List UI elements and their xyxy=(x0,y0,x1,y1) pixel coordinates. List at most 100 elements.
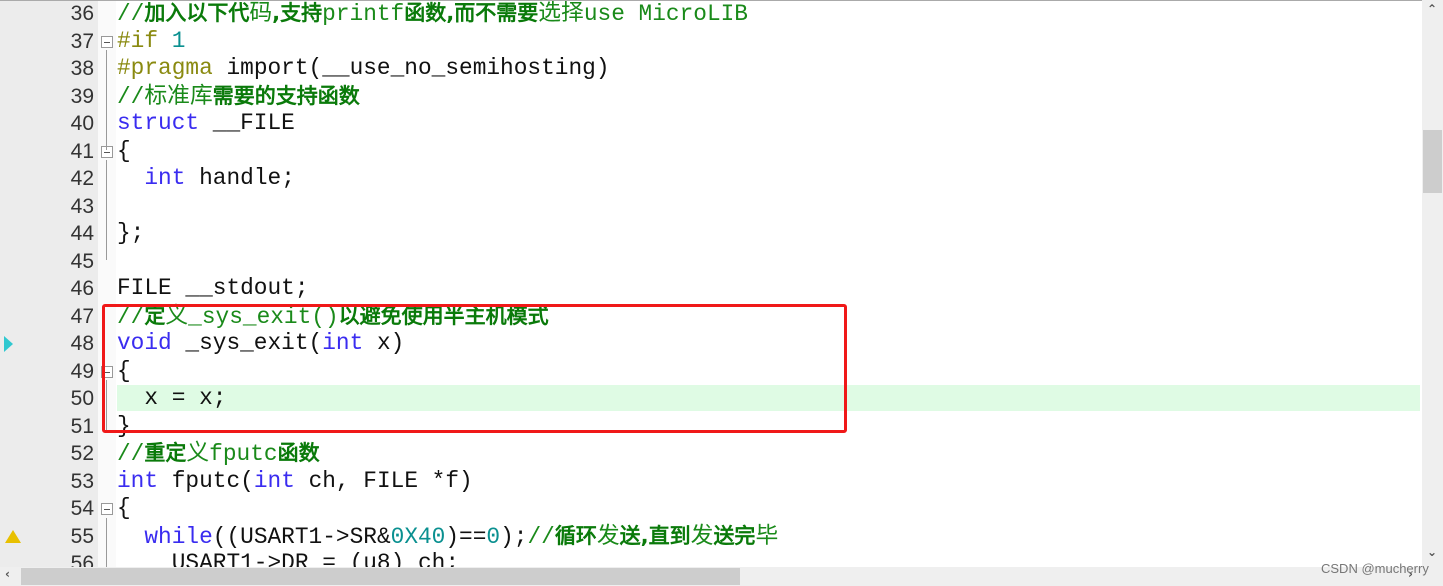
code-token: 发 xyxy=(690,523,714,550)
code-line[interactable]: 39 //标准库需要的支持函数 xyxy=(0,83,1422,111)
line-number: 51 xyxy=(70,414,94,438)
code-line[interactable]: 38 #pragma import(__use_no_semihosting) xyxy=(0,55,1422,83)
fold-toggle-icon[interactable] xyxy=(101,503,113,515)
code-token: 重定 xyxy=(144,441,187,465)
divider xyxy=(0,0,1443,1)
code-text: USART1->DR = (u8) ch; xyxy=(117,550,459,567)
code-token: FILE __stdout; xyxy=(117,275,309,301)
code-token: 函数 xyxy=(277,441,320,465)
fold-line xyxy=(106,160,107,260)
code-token: { xyxy=(117,137,131,164)
line-number: 48 xyxy=(70,332,94,355)
line-number: 37 xyxy=(70,29,94,53)
line-number: 53 xyxy=(70,469,94,493)
code-text: { xyxy=(117,495,131,523)
code-token: handle; xyxy=(199,165,295,191)
code-token: struct xyxy=(117,110,213,136)
code-line[interactable]: 55 while((USART1->SR&0X40)==0);//循环发送,直到… xyxy=(0,523,1422,551)
code-token: ,支持 xyxy=(272,1,323,25)
code-line[interactable]: 40 struct __FILE xyxy=(0,110,1422,138)
code-token: import(__use_no_semihosting) xyxy=(226,55,610,81)
code-token: ); xyxy=(500,523,528,550)
line-number: 45 xyxy=(70,249,94,273)
code-text: //重定义fputc函数 xyxy=(117,440,320,469)
watermark: CSDN @mucherry xyxy=(1321,561,1429,576)
code-token: 送,直到 xyxy=(619,523,691,548)
code-token: //标准库 xyxy=(117,83,213,110)
code-token: 需要的支持函数 xyxy=(212,83,360,108)
fold-toggle-icon[interactable] xyxy=(101,145,113,158)
warning-icon[interactable] xyxy=(5,529,21,543)
vertical-scrollbar[interactable]: ⌃ ⌄ xyxy=(1422,0,1443,567)
code-line[interactable]: 53 int fputc(int ch, FILE *f) xyxy=(0,468,1422,496)
scroll-left-icon[interactable]: ‹ xyxy=(5,567,10,581)
horizontal-scroll-thumb[interactable] xyxy=(21,568,740,585)
line-number: 55 xyxy=(70,524,94,548)
code-text: //加入以下代码,支持printf函数,而不需要选择use MicroLIB xyxy=(117,0,748,29)
code-token: 码 xyxy=(249,1,273,27)
line-number: 56 xyxy=(70,552,94,567)
code-token: 毕 xyxy=(755,523,779,550)
code-line[interactable]: 45 xyxy=(0,248,1422,276)
code-line[interactable]: 44}; xyxy=(0,220,1422,248)
code-token: while xyxy=(144,523,213,550)
code-line[interactable]: 56 USART1->DR = (u8) ch; xyxy=(0,550,1422,567)
code-token: printf xyxy=(322,1,405,27)
scroll-up-icon[interactable]: ⌃ xyxy=(1427,2,1437,16)
code-text: }; xyxy=(117,220,144,248)
code-line[interactable]: 36 //加入以下代码,支持printf函数,而不需要选择use MicroLIB xyxy=(0,0,1422,28)
vertical-scroll-thumb[interactable] xyxy=(1423,130,1442,193)
code-token: }; xyxy=(117,220,145,246)
code-line[interactable]: 37 #if 1 xyxy=(0,28,1422,56)
horizontal-scrollbar[interactable]: ‹ › xyxy=(0,567,1443,586)
code-token: 加入以下代 xyxy=(144,1,250,25)
line-number: 47 xyxy=(70,304,94,328)
code-text: while((USART1->SR&0X40)==0);//循环发送,直到发送完… xyxy=(117,523,778,552)
code-editor[interactable]: 36//加入以下代码,支持printf函数,而不需要选择use MicroLIB… xyxy=(0,0,1422,567)
code-token: // xyxy=(527,523,555,550)
code-line[interactable]: 41 { xyxy=(0,138,1422,166)
line-number: 44 xyxy=(70,222,94,245)
code-token: #if xyxy=(117,27,172,54)
code-text: int handle; xyxy=(117,165,295,193)
code-text: #pragma import(__use_no_semihosting) xyxy=(117,55,610,83)
fold-toggle-icon[interactable] xyxy=(101,35,113,48)
code-token: ch, FILE *f) xyxy=(308,467,473,494)
code-text: //标准库需要的支持函数 xyxy=(117,83,360,112)
line-number: 49 xyxy=(70,359,94,383)
code-line[interactable]: 52 //重定义fputc函数 xyxy=(0,440,1422,468)
line-number: 54 xyxy=(70,497,94,520)
code-token: 选择 xyxy=(538,1,584,27)
code-token: #pragma xyxy=(117,55,227,81)
line-number: 50 xyxy=(70,387,94,410)
code-text: int fputc(int ch, FILE *f) xyxy=(117,468,473,496)
code-token: 义fputc xyxy=(186,441,278,467)
code-text: { xyxy=(117,138,131,166)
code-token: fputc( xyxy=(171,467,254,494)
line-number: 42 xyxy=(70,167,94,190)
scroll-down-icon[interactable]: ⌄ xyxy=(1427,545,1437,559)
code-line[interactable]: 54 { xyxy=(0,495,1422,523)
code-token: __FILE xyxy=(212,110,295,136)
line-number: 43 xyxy=(70,194,94,218)
code-line[interactable]: 46 FILE __stdout; xyxy=(0,275,1422,303)
line-number: 36 xyxy=(70,2,94,25)
code-token: int xyxy=(117,467,172,494)
code-token: 函数,而不需要 xyxy=(404,1,539,25)
code-token: 0 xyxy=(486,523,501,550)
line-number: 40 xyxy=(70,112,94,135)
code-token: 发 xyxy=(596,523,620,550)
code-line[interactable]: 42 int handle; xyxy=(0,165,1422,193)
fold-line xyxy=(106,518,107,567)
execution-arrow-icon xyxy=(4,336,13,352)
code-token: ((USART1->SR& xyxy=(212,523,391,550)
code-token: use MicroLIB xyxy=(583,1,748,27)
code-token: USART1->DR = (u8) ch; xyxy=(117,550,460,567)
code-token: 0X40 xyxy=(390,523,446,550)
code-token: )== xyxy=(445,523,487,550)
code-token: 送完 xyxy=(713,523,756,548)
code-text: #if 1 xyxy=(117,28,185,56)
code-line[interactable]: 43 xyxy=(0,193,1422,221)
